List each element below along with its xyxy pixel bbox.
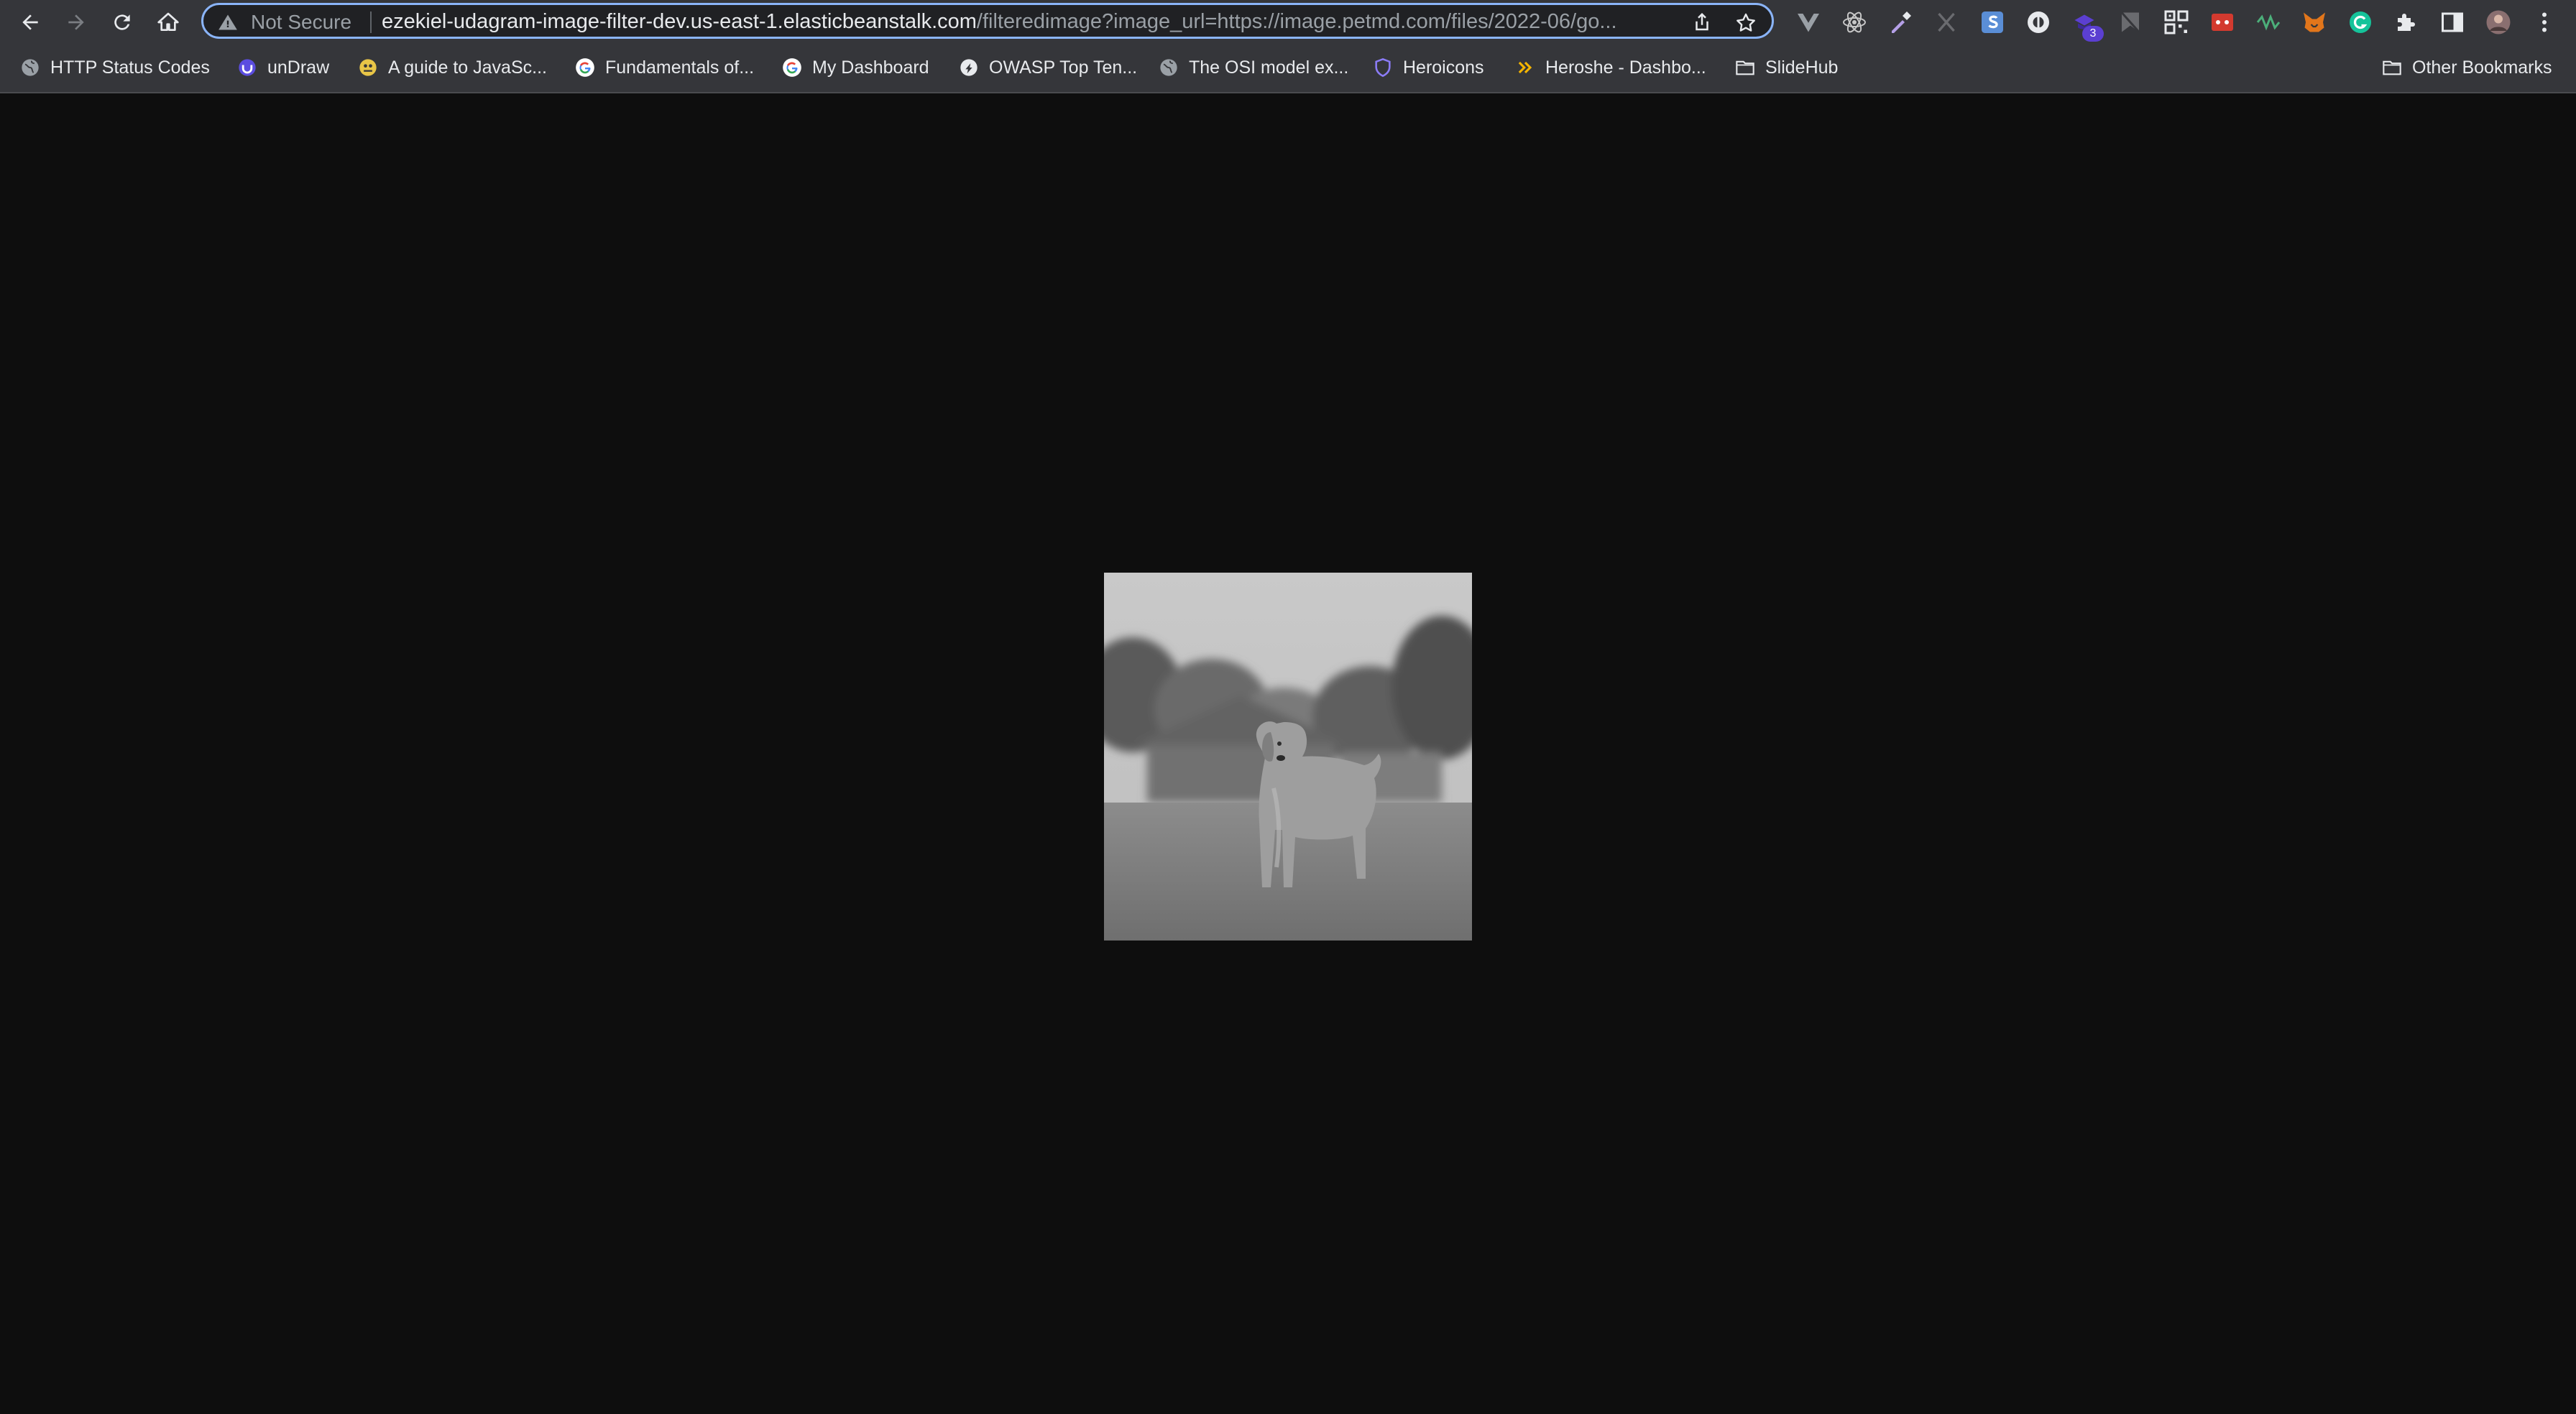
- other-bookmarks-label: Other Bookmarks: [2412, 57, 2552, 78]
- color-picker-icon[interactable]: [1887, 9, 1914, 36]
- puzzle-extensions-icon[interactable]: [2393, 9, 2420, 36]
- bookmark-my-dashboard[interactable]: My Dashboard: [782, 52, 929, 83]
- heroicons-shield-icon: [1373, 57, 1393, 78]
- filtered-image[interactable]: [1104, 573, 1472, 941]
- page-content: [0, 93, 2576, 1414]
- qr-code-icon[interactable]: [2163, 9, 2190, 36]
- url-path: /filteredimage?image_url=https://image.p…: [976, 10, 1617, 33]
- s-extension-icon[interactable]: [1979, 9, 2006, 36]
- bookmark-label: SlideHub: [1765, 57, 1839, 78]
- folder-icon: [2382, 57, 2402, 78]
- metamask-fox-icon[interactable]: [2301, 9, 2328, 36]
- wave-extension-icon[interactable]: [2255, 9, 2282, 36]
- share-icon[interactable]: [1691, 11, 1713, 33]
- bookmark-undraw[interactable]: unDraw: [237, 52, 329, 83]
- bookmark-osi-model[interactable]: The OSI model ex...: [1159, 52, 1348, 83]
- side-panel-icon[interactable]: [2439, 9, 2466, 36]
- x-extension-icon[interactable]: [1933, 9, 1960, 36]
- bookmark-label: Heroicons: [1403, 57, 1484, 78]
- url-host: ezekiel-udagram-image-filter-dev.us-east…: [382, 10, 977, 33]
- owasp-icon: [959, 57, 979, 78]
- bookmark-label: OWASP Top Ten...: [989, 57, 1138, 78]
- heroshe-chevrons-icon: [1515, 57, 1535, 78]
- globe-icon: [1159, 57, 1179, 78]
- globe-icon: [20, 57, 40, 78]
- grayscale-dog-photo: [1104, 573, 1472, 941]
- folder-icon: [1735, 57, 1755, 78]
- reload-button[interactable]: [106, 6, 138, 38]
- address-bar[interactable]: Not Secure ezekiel-udagram-image-filter-…: [201, 3, 1774, 39]
- bookmark-label: My Dashboard: [812, 57, 929, 78]
- other-bookmarks-folder[interactable]: Other Bookmarks: [2382, 52, 2552, 83]
- bookmark-star-icon[interactable]: [1734, 11, 1757, 34]
- bookmark-slidehub[interactable]: SlideHub: [1735, 52, 1838, 83]
- google-icon: [782, 57, 802, 78]
- bookmark-owasp[interactable]: OWASP Top Ten...: [959, 52, 1137, 83]
- undraw-icon: [237, 57, 257, 78]
- menu-kebab-icon[interactable]: [2531, 9, 2558, 36]
- back-button[interactable]: [14, 6, 46, 38]
- bookmark-label: Fundamentals of...: [605, 57, 755, 78]
- vue-extension-icon[interactable]: [1795, 9, 1822, 36]
- red-extension-icon[interactable]: [2209, 9, 2236, 36]
- bookmark-label: A guide to JavaSc...: [388, 57, 547, 78]
- grammarly-icon[interactable]: [2347, 9, 2374, 36]
- bookmark-label: unDraw: [267, 57, 330, 78]
- bookmark-heroicons[interactable]: Heroicons: [1373, 52, 1484, 83]
- home-button[interactable]: [152, 6, 184, 38]
- browser-toolbar: Not Secure ezekiel-udagram-image-filter-…: [0, 0, 2576, 45]
- bookmark-label: The OSI model ex...: [1189, 57, 1349, 78]
- bookmark-heroshe[interactable]: Heroshe - Dashbo...: [1515, 52, 1706, 83]
- react-devtools-icon[interactable]: [1841, 9, 1868, 36]
- bookmark-fundamentals[interactable]: Fundamentals of...: [575, 52, 754, 83]
- home-icon: [157, 12, 179, 31]
- bookmark-label: HTTP Status Codes: [50, 57, 210, 78]
- url-text[interactable]: ezekiel-udagram-image-filter-dev.us-east…: [382, 10, 1704, 34]
- bookmarks-bar: HTTP Status Codes unDraw A guide to Java…: [0, 45, 2576, 93]
- reload-icon: [114, 14, 130, 30]
- js-guide-icon: [358, 57, 378, 78]
- not-secure-label[interactable]: Not Secure: [251, 11, 351, 34]
- google-icon: [575, 57, 595, 78]
- bookmark-label: Heroshe - Dashbo...: [1545, 57, 1706, 78]
- warning-triangle-icon[interactable]: [218, 12, 238, 32]
- forward-arrow-icon: [68, 14, 84, 30]
- omnibox-divider: [370, 11, 372, 33]
- bookmark-javascript-guide[interactable]: A guide to JavaSc...: [358, 52, 547, 83]
- back-arrow-icon: [22, 14, 38, 30]
- forward-button[interactable]: [60, 6, 92, 38]
- purple-extension-icon[interactable]: 3: [2071, 9, 2104, 42]
- circle-extension-icon[interactable]: [2025, 9, 2052, 36]
- bookmark-http-status-codes[interactable]: HTTP Status Codes: [20, 52, 210, 83]
- bookmark-flag-icon[interactable]: [2117, 9, 2144, 36]
- extension-badge-count: 3: [2082, 26, 2104, 42]
- profile-avatar[interactable]: [2485, 9, 2512, 36]
